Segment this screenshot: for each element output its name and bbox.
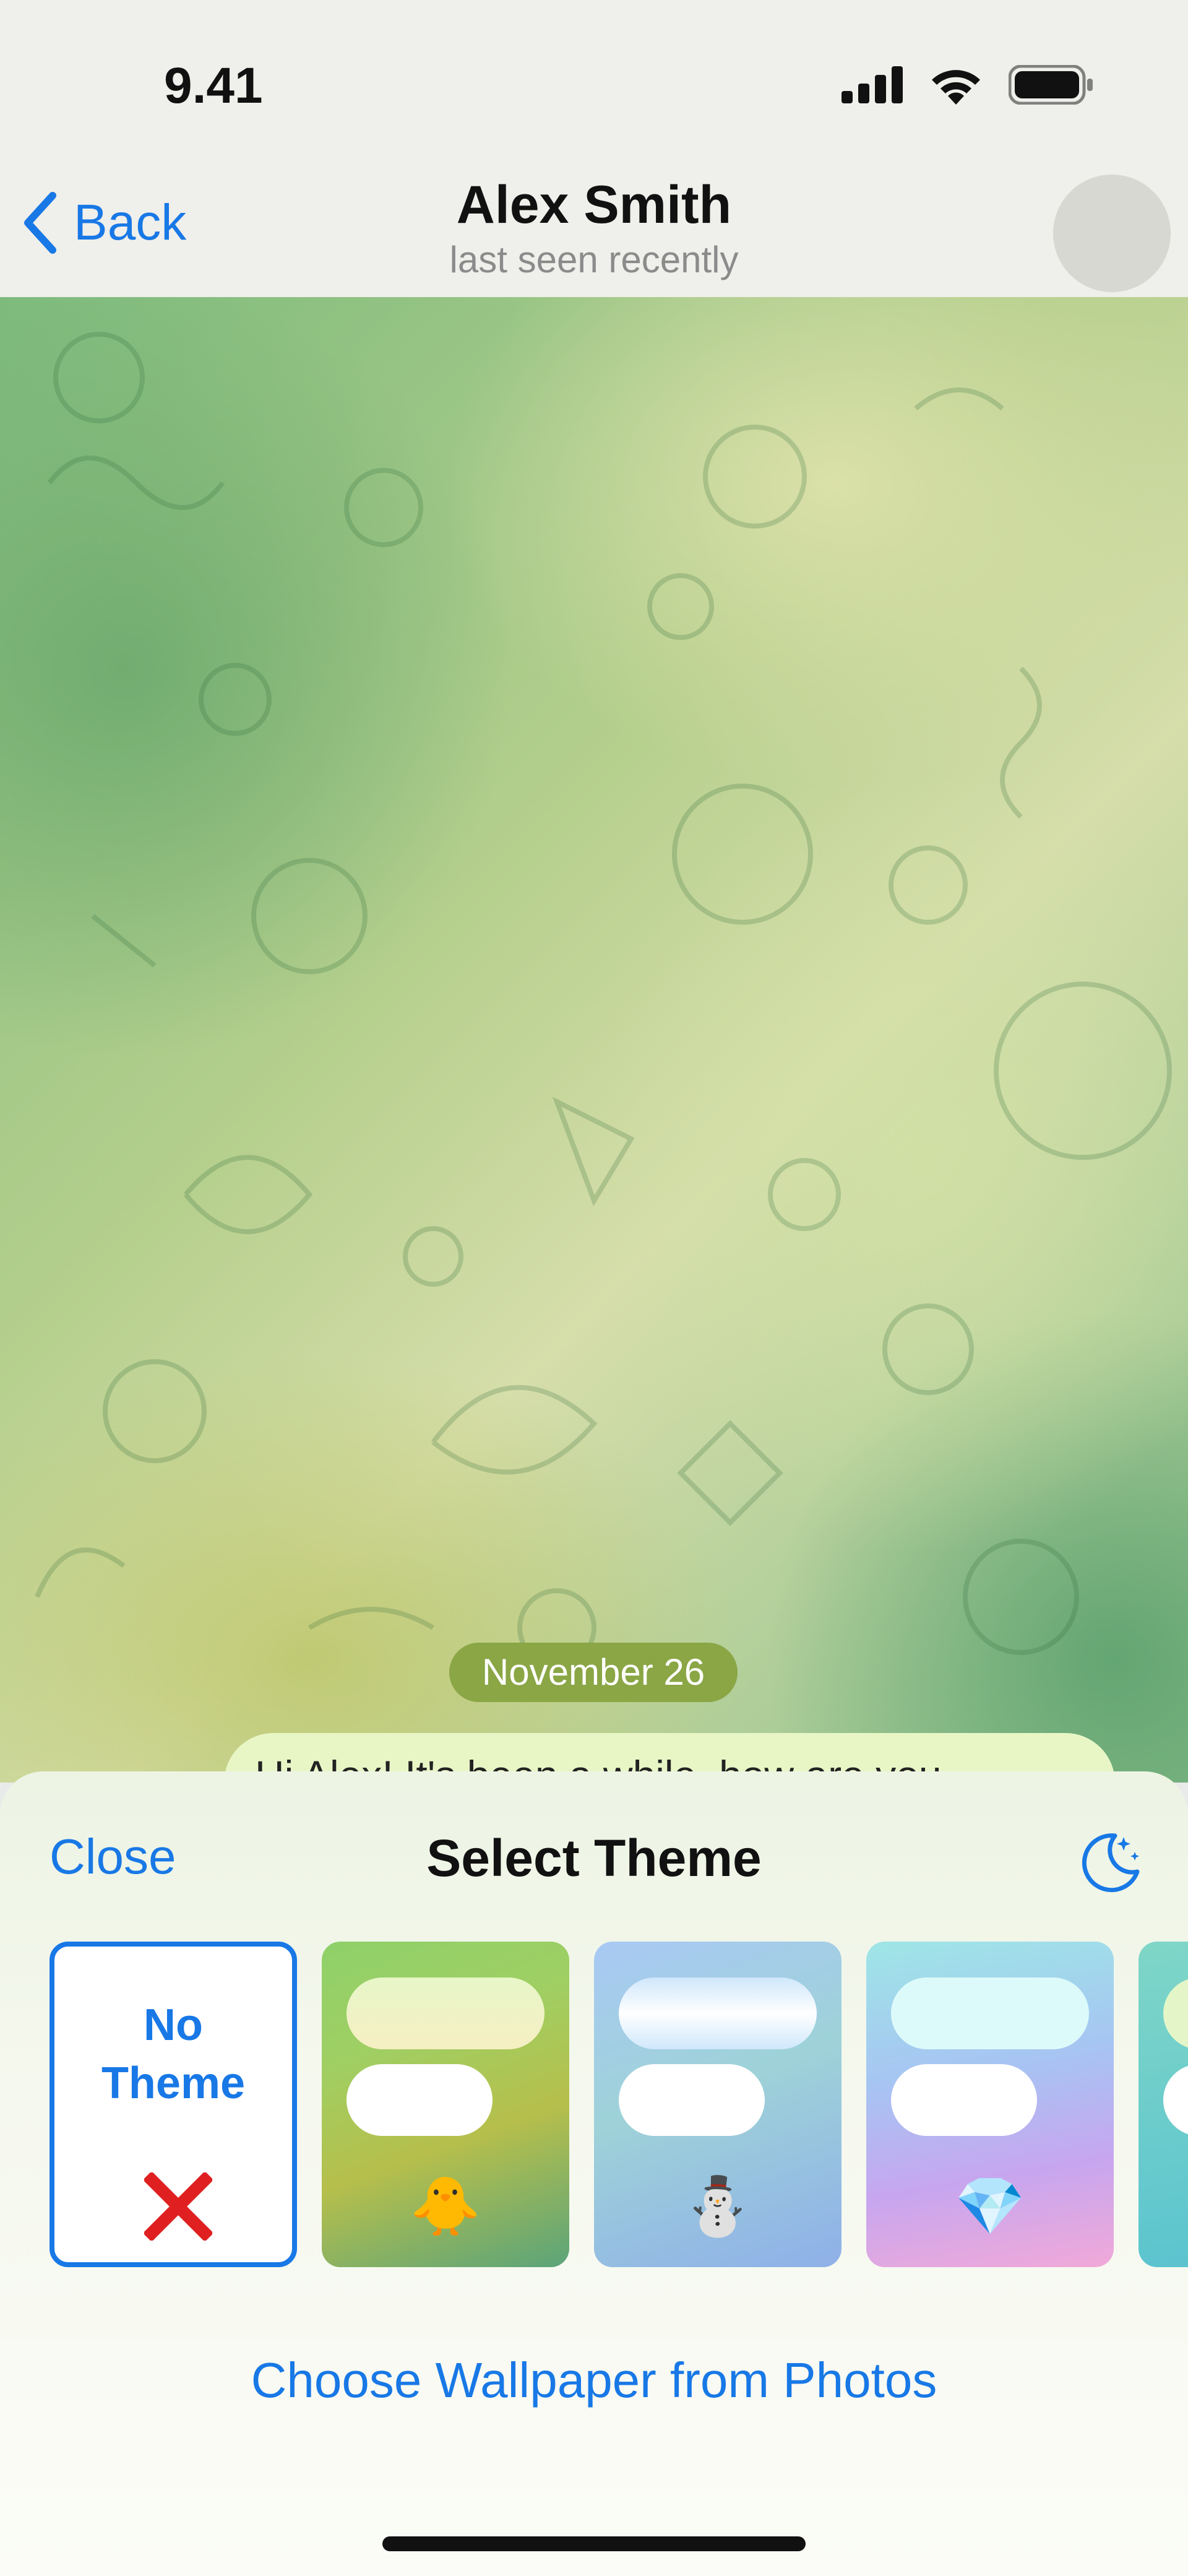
theme-preview-bubble bbox=[1163, 2064, 1188, 2136]
theme-list: No Theme 🐥 ⛄ 💎 bbox=[50, 1942, 1188, 2267]
theme-preview-bubble bbox=[891, 1977, 1089, 2049]
chat-wallpaper bbox=[0, 297, 1188, 1783]
doodle-pattern bbox=[35, 332, 1172, 1667]
no-theme-label: No Theme bbox=[101, 2000, 246, 2108]
choose-wallpaper-button[interactable]: Choose Wallpaper from Photos bbox=[0, 2352, 1188, 2409]
home-indicator bbox=[382, 2536, 806, 2551]
avatar[interactable] bbox=[1053, 175, 1171, 292]
theme-card-diamond[interactable]: 💎 bbox=[866, 1942, 1114, 2267]
chat-title[interactable]: Alex Smith bbox=[0, 175, 1188, 236]
chick-emoji-icon: 🐥 bbox=[410, 2175, 481, 2238]
wifi-icon bbox=[932, 70, 980, 105]
theme-preview-bubble bbox=[346, 2064, 493, 2136]
theme-preview-bubble bbox=[891, 2064, 1037, 2136]
gem-emoji-icon: 💎 bbox=[954, 2175, 1026, 2238]
status-bar: 9.41 bbox=[0, 0, 1188, 167]
theme-sheet: Close Select Theme No Theme 🐥 ⛄ 💎 Choose… bbox=[0, 1771, 1188, 2576]
nav-bar: Back Alex Smith last seen recently bbox=[0, 167, 1188, 298]
theme-card-no-theme[interactable]: No Theme bbox=[50, 1942, 297, 2267]
theme-card-chick[interactable]: 🐥 bbox=[322, 1942, 569, 2267]
red-x-icon bbox=[144, 2172, 212, 2241]
theme-card-snowman[interactable]: ⛄ bbox=[594, 1942, 842, 2267]
status-icons bbox=[842, 65, 1095, 105]
theme-preview-bubble bbox=[1163, 1977, 1188, 2049]
cellular-signal-icon bbox=[842, 66, 903, 103]
theme-preview-bubble bbox=[619, 2064, 765, 2136]
theme-preview-bubble bbox=[619, 1977, 817, 2049]
date-separator: November 26 bbox=[449, 1643, 738, 1702]
chat-subtitle: last seen recently bbox=[449, 239, 739, 280]
moon-stars-icon[interactable] bbox=[1077, 1827, 1145, 1895]
snowman-emoji-icon: ⛄ bbox=[682, 2175, 754, 2238]
status-time: 9.41 bbox=[164, 58, 263, 114]
battery-icon bbox=[1009, 65, 1093, 105]
theme-preview-bubble bbox=[346, 1977, 544, 2049]
sheet-title: Select Theme bbox=[426, 1829, 762, 1887]
theme-card-partial[interactable] bbox=[1138, 1942, 1188, 2267]
